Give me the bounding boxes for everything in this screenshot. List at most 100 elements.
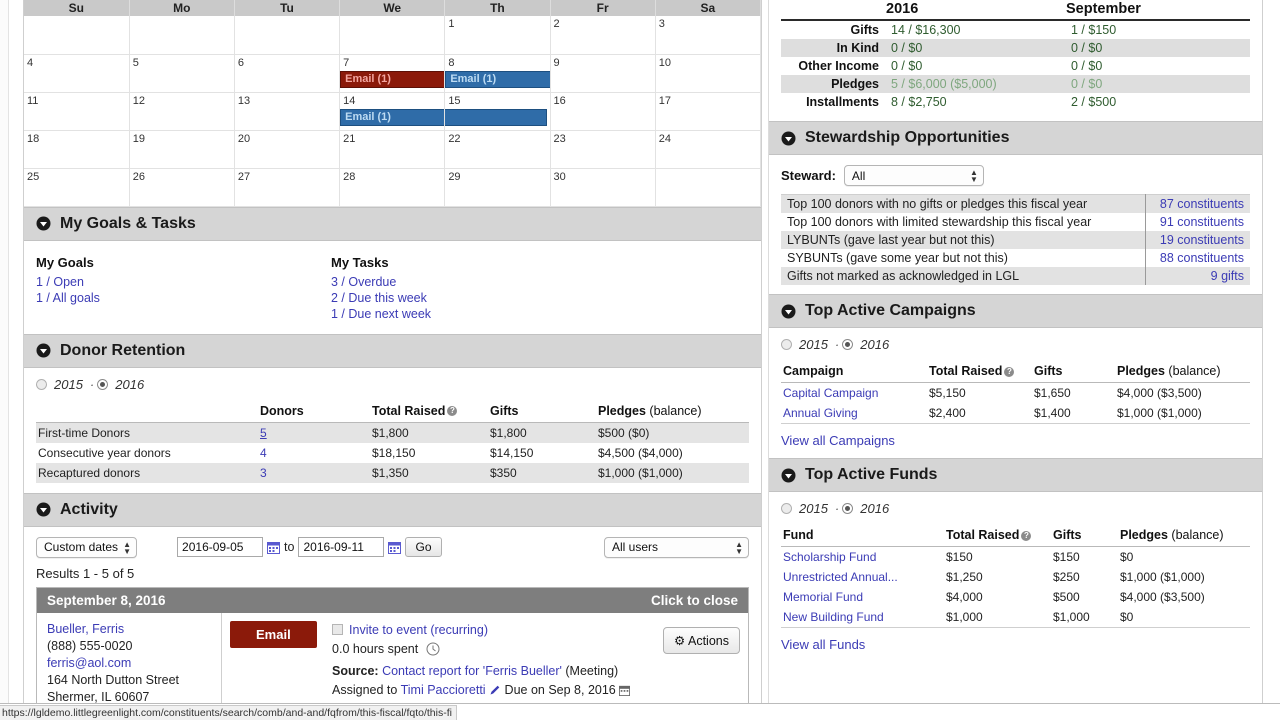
calendar-day-cell[interactable]: 26: [129, 167, 235, 207]
calendar-day-cell[interactable]: [234, 16, 341, 55]
campaign-link[interactable]: Annual Giving: [783, 406, 858, 420]
stewardship-count-link[interactable]: 91 constituents: [1160, 215, 1244, 229]
calendar-day-cell[interactable]: 11: [24, 91, 130, 131]
radio-2016-funds[interactable]: [842, 503, 854, 514]
assigned-user-link[interactable]: Timi Paccioretti: [401, 683, 486, 697]
calendar-day-cell[interactable]: 6: [234, 53, 341, 93]
contact-email-link[interactable]: ferris@aol.com: [47, 655, 211, 672]
calendar-day-cell[interactable]: 30: [550, 167, 656, 207]
section-header-goals-tasks[interactable]: My Goals & Tasks: [24, 206, 761, 241]
calendar-day-cell[interactable]: 17: [655, 91, 761, 131]
radio-2015-campaigns[interactable]: [781, 339, 792, 350]
source-link[interactable]: Contact report for 'Ferris Bueller': [382, 664, 562, 678]
stewardship-count-link[interactable]: 9 gifts: [1211, 269, 1244, 283]
calendar-day-cell[interactable]: 23: [550, 129, 656, 169]
calendar-event-email[interactable]: Email (1): [445, 70, 551, 88]
calendar-day-cell[interactable]: 7 Email (1): [339, 53, 548, 93]
calendar-day-cell[interactable]: [129, 16, 235, 55]
calendar-day-cell[interactable]: 19: [129, 129, 235, 169]
date-from-input[interactable]: [177, 537, 264, 557]
section-header-campaigns[interactable]: Top Active Campaigns: [769, 294, 1262, 328]
fund-name[interactable]: Memorial Fund: [781, 587, 944, 607]
contact-name-link[interactable]: Bueller, Ferris: [47, 621, 211, 638]
calendar-day-cell[interactable]: 12: [129, 91, 235, 131]
task-link-overdue[interactable]: 3 / Overdue: [331, 274, 626, 290]
task-link-due-next-week[interactable]: 1 / Due next week: [331, 306, 626, 322]
stewardship-row-count[interactable]: 19 constituents: [1144, 231, 1250, 249]
calendar-day-cell[interactable]: 24: [655, 129, 761, 169]
calendar-day-cell[interactable]: 28: [339, 167, 446, 207]
fund-link[interactable]: Memorial Fund: [783, 590, 863, 604]
section-header-funds[interactable]: Top Active Funds: [769, 458, 1262, 492]
calendar-icon[interactable]: [388, 541, 402, 554]
retention-donors-link[interactable]: 3: [260, 466, 267, 480]
calendar-day-cell[interactable]: 10: [655, 53, 761, 93]
clock-icon[interactable]: [426, 642, 440, 662]
calendar-day-cell[interactable]: 18: [24, 129, 130, 169]
steward-select[interactable]: All ▲ ▼: [843, 165, 984, 186]
retention-donors-link[interactable]: 5: [260, 426, 267, 440]
calendar-day-cell[interactable]: 21: [339, 129, 446, 169]
fund-name[interactable]: New Building Fund: [781, 607, 944, 628]
stewardship-count-link[interactable]: 19 constituents: [1160, 233, 1244, 247]
calendar-day-cell[interactable]: 25: [24, 167, 130, 207]
calendar-day-cell[interactable]: 27: [234, 167, 341, 207]
calendar-day-cell[interactable]: 4: [24, 53, 130, 93]
fund-link[interactable]: New Building Fund: [783, 610, 884, 624]
fund-link[interactable]: Scholarship Fund: [783, 550, 876, 564]
calendar-day-cell[interactable]: 29: [444, 167, 551, 207]
campaign-name[interactable]: Capital Campaign: [781, 383, 927, 404]
stewardship-row-count[interactable]: 88 constituents: [1144, 249, 1250, 267]
actions-button[interactable]: ⚙ Actions: [662, 626, 740, 654]
invite-checkbox[interactable]: [332, 623, 344, 635]
activity-type-badge[interactable]: Email: [230, 620, 317, 648]
users-filter-select[interactable]: All users ▲ ▼: [604, 536, 749, 558]
goal-link-all[interactable]: 1 / All goals: [36, 290, 331, 306]
stewardship-row-count[interactable]: 91 constituents: [1144, 213, 1250, 231]
retention-donors[interactable]: 3: [258, 462, 370, 483]
calendar-day-cell[interactable]: 13: [234, 91, 341, 131]
radio-2016-campaigns[interactable]: [842, 339, 854, 350]
activity-card-close-label[interactable]: Click to close: [651, 593, 738, 608]
help-icon[interactable]: ?: [1004, 366, 1015, 377]
calendar-day-cell[interactable]: 22: [444, 129, 551, 169]
stewardship-count-link[interactable]: 88 constituents: [1160, 251, 1244, 265]
view-all-funds-link[interactable]: View all Funds: [781, 637, 865, 652]
campaign-name[interactable]: Annual Giving: [781, 403, 927, 424]
calendar-icon[interactable]: [267, 541, 281, 554]
stewardship-row-count[interactable]: 87 constituents: [1144, 194, 1250, 213]
date-range-select[interactable]: Custom dates ▲ ▼: [36, 536, 138, 558]
radio-2015-funds[interactable]: [781, 503, 792, 514]
section-header-donor-retention[interactable]: Donor Retention: [24, 333, 761, 368]
view-all-campaigns-link[interactable]: View all Campaigns: [781, 433, 895, 448]
radio-2015-donor-retention[interactable]: [36, 378, 47, 390]
calendar-day-cell[interactable]: 20: [234, 129, 341, 169]
calendar-day-cell[interactable]: 16: [550, 91, 656, 131]
campaign-link[interactable]: Capital Campaign: [783, 386, 878, 400]
calendar-day-cell[interactable]: [339, 16, 446, 55]
help-icon[interactable]: ?: [1021, 530, 1032, 541]
calendar-day-cell[interactable]: 5: [129, 53, 235, 93]
help-icon[interactable]: ?: [447, 406, 458, 417]
date-to-input[interactable]: [298, 537, 385, 557]
pencil-icon[interactable]: [489, 683, 501, 702]
stewardship-count-link[interactable]: 87 constituents: [1160, 197, 1244, 211]
calendar-day-cell[interactable]: 2: [550, 16, 656, 55]
retention-donors-link[interactable]: 4: [260, 446, 267, 460]
retention-donors[interactable]: 4: [258, 443, 370, 463]
calendar-day-cell[interactable]: 15: [444, 91, 551, 131]
go-button[interactable]: Go: [405, 537, 442, 557]
fund-name[interactable]: Unrestricted Annual...: [781, 567, 944, 587]
calendar-day-cell[interactable]: 8 Email (1): [444, 53, 551, 93]
retention-donors[interactable]: 5: [258, 422, 370, 443]
calendar-icon[interactable]: [619, 683, 631, 702]
radio-2016-donor-retention[interactable]: [97, 378, 109, 390]
calendar-day-cell[interactable]: 9: [550, 53, 656, 93]
calendar-day-cell[interactable]: [24, 16, 130, 55]
task-link-due-this-week[interactable]: 2 / Due this week: [331, 290, 626, 306]
calendar-day-cell[interactable]: 14 Email (1): [339, 91, 548, 131]
invite-link[interactable]: Invite to event (recurring): [349, 623, 488, 637]
section-header-stewardship[interactable]: Stewardship Opportunities: [769, 121, 1262, 155]
activity-card-header[interactable]: September 8, 2016 Click to close: [37, 587, 748, 613]
calendar-day-cell[interactable]: 3: [655, 16, 761, 55]
